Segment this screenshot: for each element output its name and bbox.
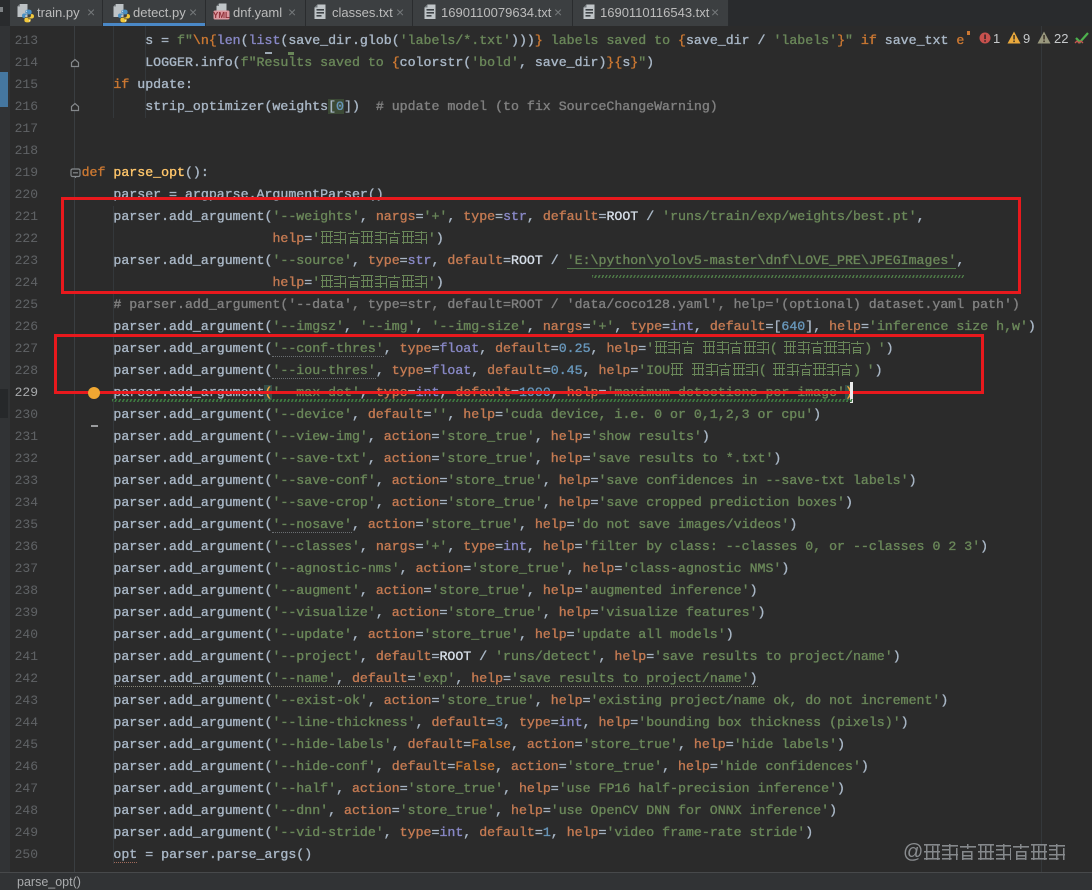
svg-text:YML: YML bbox=[213, 11, 230, 20]
